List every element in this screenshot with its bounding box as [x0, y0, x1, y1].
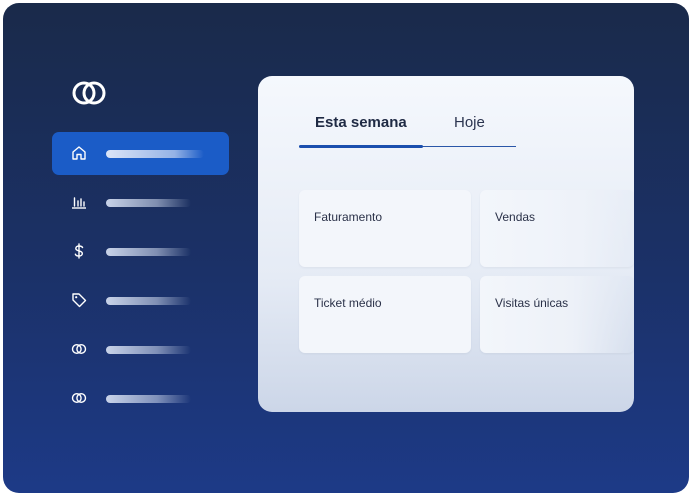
metric-card-ticket-medio[interactable]: Ticket médio [299, 276, 471, 353]
tag-icon [72, 293, 87, 308]
sidebar-nav [52, 132, 229, 426]
metric-card-visitas-unicas[interactable]: Visitas únicas [480, 276, 634, 353]
sidebar-item-placeholder-bar [106, 346, 191, 354]
metric-card-faturamento[interactable]: Faturamento [299, 190, 471, 267]
active-tab-indicator [299, 145, 423, 148]
metric-card-label: Ticket médio [314, 296, 382, 310]
logo-icon [72, 81, 106, 105]
period-tabs: Esta semana Hoje [299, 114, 516, 150]
sidebar-item-placeholder-bar [106, 395, 191, 403]
sidebar-item-integrations[interactable] [52, 328, 229, 371]
tab-hoje[interactable]: Hoje [454, 114, 485, 131]
sidebar-item-home[interactable] [52, 132, 229, 175]
interlocked-circles-icon [71, 392, 87, 404]
sidebar-item-placeholder-bar [106, 248, 191, 256]
metric-card-label: Visitas únicas [495, 296, 569, 310]
app-window: Esta semana Hoje Faturamento Vendas Tick… [3, 3, 689, 493]
sidebar-item-finance[interactable] [52, 230, 229, 273]
dollar-icon [74, 243, 84, 259]
sidebar-item-placeholder-bar [106, 150, 204, 158]
bar-chart-icon [72, 197, 86, 209]
metric-card-label: Vendas [495, 210, 536, 224]
metric-card-vendas[interactable]: Vendas [480, 190, 634, 267]
sidebar-item-placeholder-bar [106, 297, 191, 305]
dashboard-panel: Esta semana Hoje Faturamento Vendas Tick… [258, 76, 634, 412]
interlocked-circles-icon [71, 343, 87, 355]
home-icon [72, 146, 86, 160]
metric-card-label: Faturamento [314, 210, 383, 224]
tab-esta-semana[interactable]: Esta semana [315, 114, 407, 131]
sidebar-item-connections[interactable] [52, 377, 229, 420]
sidebar-item-placeholder-bar [106, 199, 191, 207]
sidebar-item-reports[interactable] [52, 181, 229, 224]
sidebar-item-products[interactable] [52, 279, 229, 322]
